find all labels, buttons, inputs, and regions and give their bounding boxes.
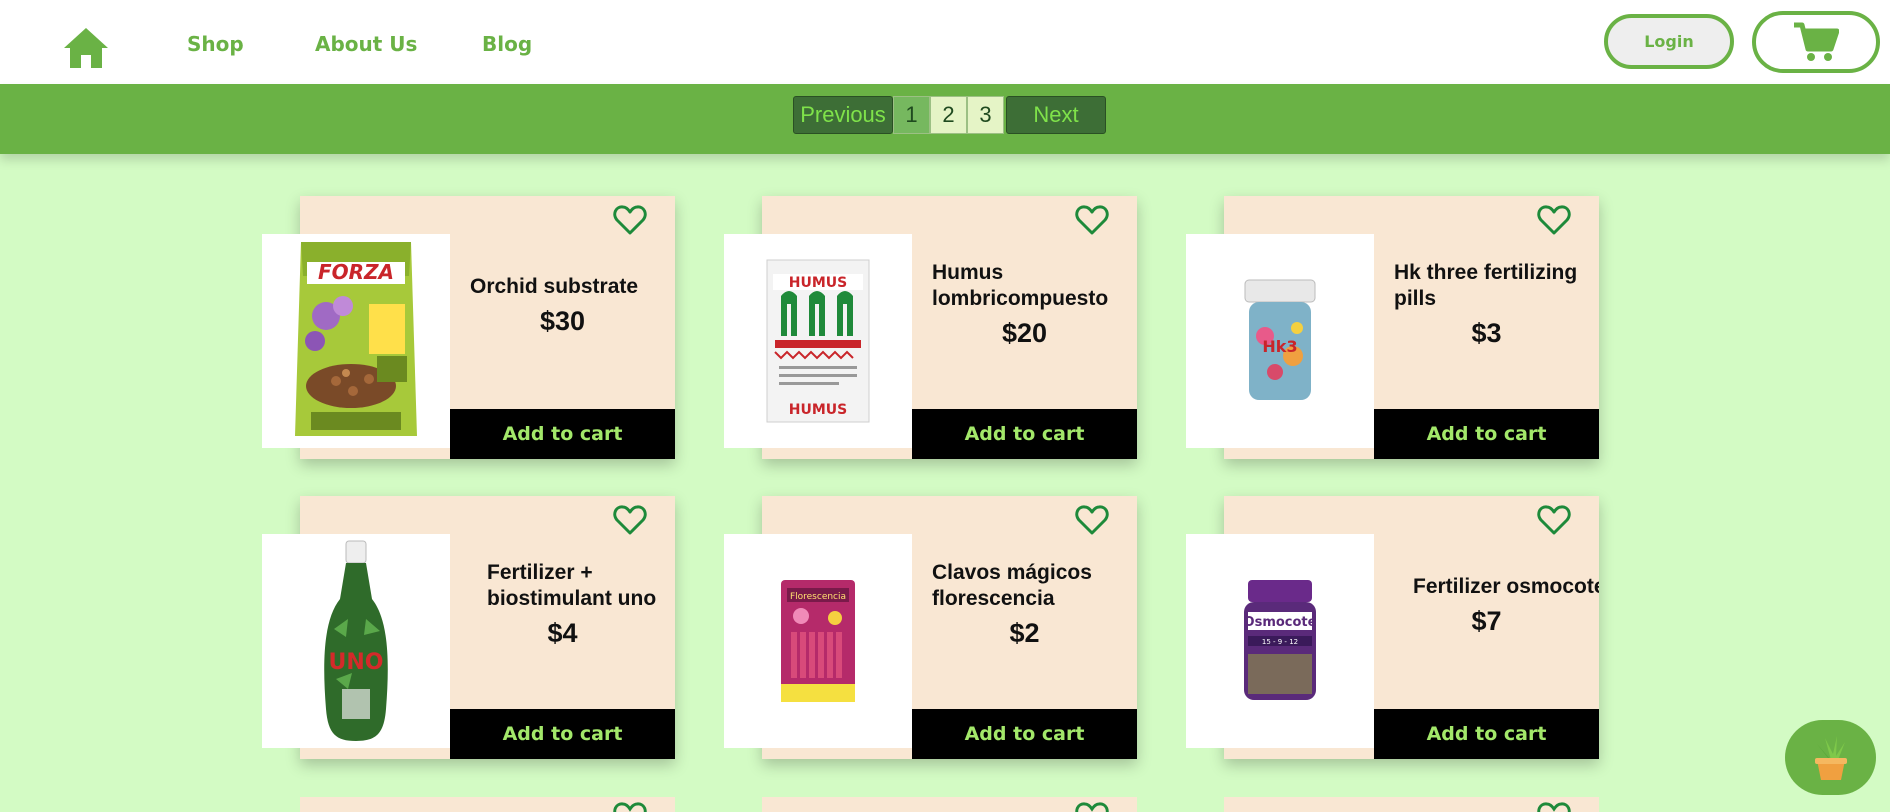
heart-icon[interactable] xyxy=(1537,204,1571,236)
add-to-cart-button[interactable]: Add to cart xyxy=(450,709,675,759)
product-card-partial xyxy=(1224,797,1599,812)
product-card-partial xyxy=(762,797,1137,812)
potted-plant-icon xyxy=(1814,735,1847,780)
product-image[interactable]: Florescencia xyxy=(724,534,912,748)
page-3-button[interactable]: 3 xyxy=(967,96,1004,134)
product-image[interactable]: Osmocote 15 - 9 - 12 xyxy=(1186,534,1374,748)
add-to-cart-button[interactable]: Add to cart xyxy=(912,709,1137,759)
floating-plant-button[interactable] xyxy=(1785,720,1876,795)
svg-text:FORZA: FORZA xyxy=(318,260,394,284)
florescencia-pack-image: Florescencia xyxy=(781,580,855,702)
product-name-text: Clavos mágicos florescencia xyxy=(932,561,1092,610)
heart-icon[interactable] xyxy=(1075,504,1109,536)
nav-link-shop[interactable]: Shop xyxy=(187,32,244,56)
osmocote-jar-image: Osmocote 15 - 9 - 12 xyxy=(1244,580,1317,700)
heart-icon[interactable] xyxy=(1075,801,1109,812)
product-price: $7 xyxy=(1471,606,1502,636)
page-2-button[interactable]: 2 xyxy=(930,96,967,134)
previous-page-button[interactable]: Previous xyxy=(793,96,893,134)
humus-bag-image: HUMUS HUMUS xyxy=(766,259,870,423)
heart-icon[interactable] xyxy=(613,204,647,236)
next-page-button[interactable]: Next xyxy=(1006,96,1106,134)
home-icon[interactable] xyxy=(62,26,110,70)
svg-text:Osmocote: Osmocote xyxy=(1244,615,1317,630)
product-price: $4 xyxy=(547,618,578,648)
forza-orchid-bag-image: FORZA xyxy=(295,242,417,436)
svg-text:Florescencia: Florescencia xyxy=(790,592,846,602)
product-price: $2 xyxy=(1009,618,1040,648)
product-name-text: Hk three fertilizing pills xyxy=(1394,261,1578,310)
add-to-cart-button[interactable]: Add to cart xyxy=(450,409,675,459)
product-image[interactable]: HUMUS HUMUS xyxy=(724,234,912,448)
add-to-cart-button[interactable]: Add to cart xyxy=(1374,409,1599,459)
heart-icon[interactable] xyxy=(1075,204,1109,236)
product-card: Osmocote 15 - 9 - 12 Fertilizer osmocote… xyxy=(1186,496,1599,759)
product-card-partial xyxy=(300,797,675,812)
svg-text:UNO: UNO xyxy=(329,650,384,675)
product-name: Orchid substrate xyxy=(470,275,639,298)
nav-link-blog[interactable]: Blog xyxy=(482,32,532,56)
pagination-bar: Previous 1 2 3 Next xyxy=(0,84,1890,154)
page-1-button[interactable]: 1 xyxy=(893,96,930,134)
product-card: FORZA Orchid substrate $30 Add to cart xyxy=(262,196,675,459)
hk3-jar-image: Hk3 xyxy=(1244,279,1316,400)
cart-icon xyxy=(1794,22,1839,61)
product-card: Hk3 Hk three fertilizing pills $3 Add to… xyxy=(1186,196,1599,459)
heart-icon[interactable] xyxy=(1537,504,1571,536)
svg-text:HUMUS: HUMUS xyxy=(789,402,847,418)
add-to-cart-button[interactable]: Add to cart xyxy=(1374,709,1599,759)
product-card: HUMUS HUMUS Humus lombricompuesto $20 Ad… xyxy=(724,196,1137,459)
product-name: Clavos mágicos florescencia xyxy=(932,560,1147,612)
product-price: $20 xyxy=(1001,318,1048,348)
login-button[interactable]: Login xyxy=(1604,14,1734,69)
product-card: Florescencia Clavos mágicos florescencia… xyxy=(724,496,1137,759)
heart-icon[interactable] xyxy=(613,504,647,536)
svg-text:Hk3: Hk3 xyxy=(1262,337,1297,356)
product-name-text: Humus lombricompuesto xyxy=(932,261,1109,310)
top-navbar: Shop About Us Blog Login xyxy=(0,0,1890,84)
uno-bottle-image: UNO xyxy=(324,540,388,741)
product-image[interactable]: FORZA xyxy=(262,234,450,448)
product-price: $30 xyxy=(539,306,586,336)
nav-link-about-us[interactable]: About Us xyxy=(315,32,417,56)
heart-icon[interactable] xyxy=(613,801,647,812)
product-name-text: Fertilizer + biostimulant uno xyxy=(487,561,657,610)
add-to-cart-button[interactable]: Add to cart xyxy=(912,409,1137,459)
product-image[interactable]: Hk3 xyxy=(1186,234,1374,448)
svg-text:HUMUS: HUMUS xyxy=(789,275,847,291)
product-name: Fertilizer osmocote xyxy=(1413,575,1599,598)
product-name: Fertilizer + biostimulant uno xyxy=(487,560,702,612)
product-name: Hk three fertilizing pills xyxy=(1394,260,1609,312)
product-price: $3 xyxy=(1471,318,1502,348)
heart-icon[interactable] xyxy=(1537,801,1571,812)
product-image[interactable]: UNO xyxy=(262,534,450,748)
svg-text:15 - 9 - 12: 15 - 9 - 12 xyxy=(1262,638,1298,646)
cart-button[interactable] xyxy=(1752,11,1880,73)
product-card: UNO Fertilizer + biostimulant uno $4 Add… xyxy=(262,496,675,759)
product-name: Humus lombricompuesto xyxy=(932,260,1147,312)
